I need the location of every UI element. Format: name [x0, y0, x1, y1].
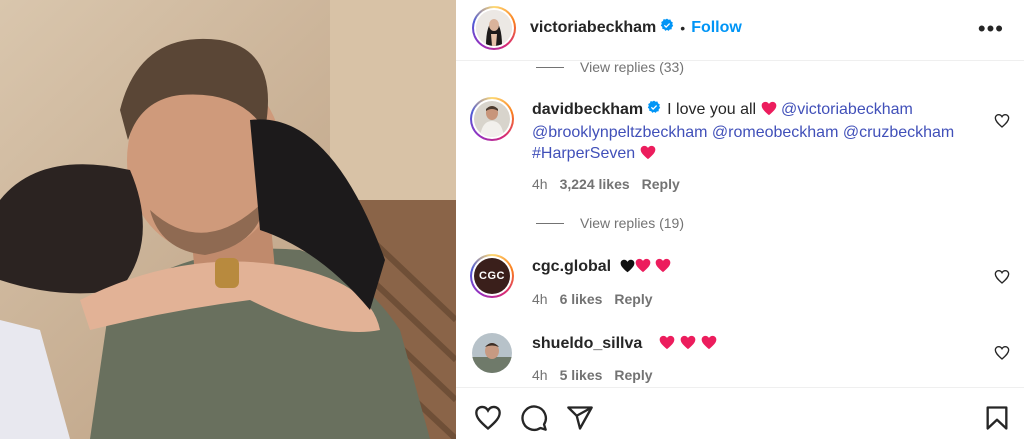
- share-icon[interactable]: [566, 404, 594, 432]
- like-heart-icon[interactable]: [994, 269, 1010, 285]
- post-header: victoriabeckham • Follow •••: [456, 0, 1024, 61]
- verified-badge-icon: [647, 99, 661, 120]
- comment-likes[interactable]: 6 likes: [560, 291, 603, 307]
- replies-line: [536, 222, 564, 224]
- comment-text-block: cgc.global: [532, 256, 972, 279]
- view-replies-toggle[interactable]: View replies (19): [536, 215, 684, 231]
- heart-emoji-icon: [655, 258, 671, 279]
- commenter-avatar-image: [472, 333, 512, 373]
- heart-emoji-icon: [659, 335, 675, 356]
- commenter-username[interactable]: shueldo_sillva: [532, 335, 642, 352]
- avatar-logo-text: CGC: [479, 270, 505, 282]
- follow-button[interactable]: Follow: [691, 19, 742, 37]
- commenter-username[interactable]: cgc.global: [532, 258, 611, 275]
- mention-link[interactable]: @romeobeckham: [712, 124, 839, 141]
- save-bookmark-icon[interactable]: [983, 404, 1011, 432]
- view-replies-label: View replies (33): [580, 59, 685, 75]
- commenter-avatar-image: [474, 101, 510, 137]
- separator-dot: •: [680, 19, 686, 36]
- commenter-avatar[interactable]: [470, 97, 514, 141]
- post-actions-bar: [456, 387, 1024, 440]
- heart-emoji-icon: [680, 335, 696, 356]
- mention-link[interactable]: @brooklynpeltzbeckham: [532, 124, 707, 141]
- reply-button[interactable]: Reply: [642, 176, 680, 192]
- comment-meta: 4h 5 likes Reply: [532, 367, 665, 383]
- commenter-username[interactable]: davidbeckham: [532, 101, 643, 118]
- comment-meta: 4h 6 likes Reply: [532, 291, 665, 307]
- more-options-icon[interactable]: •••: [978, 16, 1004, 42]
- comment-text-block: davidbeckham I love you all @victoriabeck…: [532, 99, 972, 166]
- hashtag-link[interactable]: #HarperSeven: [532, 145, 635, 162]
- author-avatar[interactable]: [472, 6, 516, 50]
- replies-line: [536, 66, 564, 68]
- commenter-avatar[interactable]: [472, 333, 512, 373]
- comment-meta: 4h 3,224 likes Reply: [532, 176, 692, 192]
- post-photo: [0, 0, 456, 439]
- comment-likes[interactable]: 3,224 likes: [560, 176, 630, 192]
- heart-emoji-icon: [761, 101, 777, 122]
- commenter-avatar[interactable]: CGC: [470, 254, 514, 298]
- mention-link[interactable]: @victoriabeckham: [781, 101, 913, 118]
- comment-text-block: shueldo_sillva: [532, 333, 972, 356]
- black-heart-emoji-icon: [620, 258, 635, 279]
- author-username[interactable]: victoriabeckham: [530, 19, 656, 37]
- comment-time: 4h: [532, 291, 548, 307]
- author-avatar-image: [476, 10, 512, 46]
- verified-badge-icon: [660, 18, 674, 37]
- view-replies-toggle[interactable]: View replies (33): [536, 59, 684, 75]
- post-image: [0, 0, 456, 439]
- like-heart-icon[interactable]: [994, 113, 1010, 129]
- comments-panel: victoriabeckham • Follow ••• View replie…: [456, 0, 1024, 439]
- comment-icon[interactable]: [520, 404, 548, 432]
- reply-button[interactable]: Reply: [614, 367, 652, 383]
- comment-likes[interactable]: 5 likes: [560, 367, 603, 383]
- view-replies-label: View replies (19): [580, 215, 685, 231]
- comment-text: I love you all: [667, 101, 757, 118]
- like-icon[interactable]: [474, 404, 502, 432]
- heart-emoji-icon: [635, 258, 651, 279]
- heart-emoji-icon: [640, 145, 656, 166]
- reply-button[interactable]: Reply: [614, 291, 652, 307]
- heart-emoji-icon: [701, 335, 717, 356]
- mention-link[interactable]: @cruzbeckham: [843, 124, 954, 141]
- comment-time: 4h: [532, 176, 548, 192]
- like-heart-icon[interactable]: [994, 345, 1010, 361]
- comment-time: 4h: [532, 367, 548, 383]
